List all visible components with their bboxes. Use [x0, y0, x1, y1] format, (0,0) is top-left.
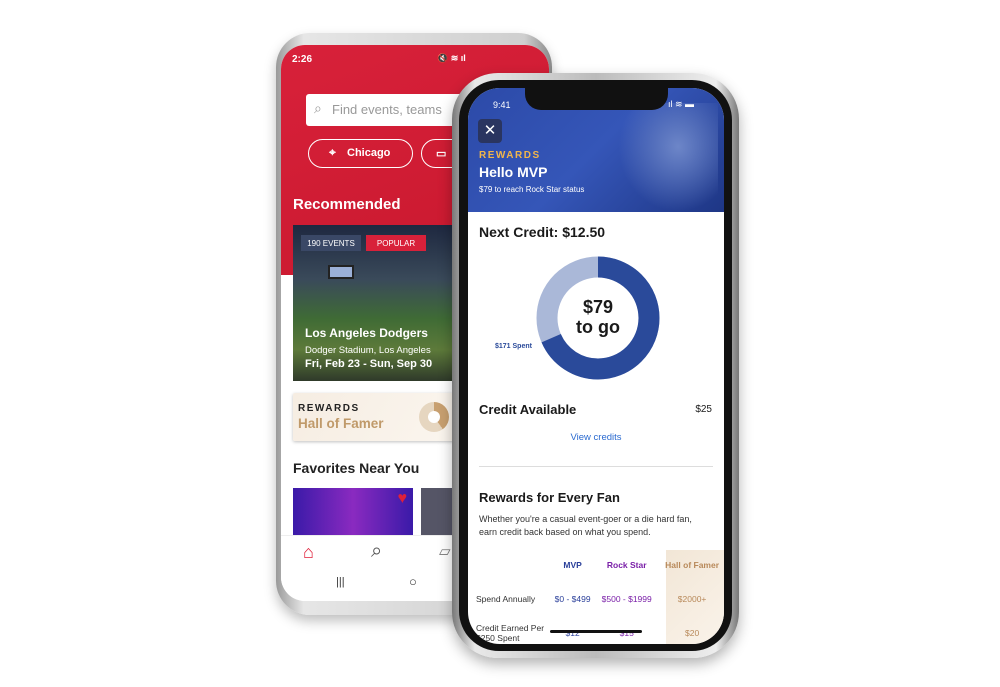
row-label: Credit Earned Per $250 Spent: [476, 623, 545, 643]
rewards-title: Rewards for Every Fan: [479, 490, 620, 505]
spent-label: $171 Spent: [495, 343, 532, 350]
close-icon: ✕: [483, 122, 497, 139]
section-favorites: Favorites Near You: [293, 460, 420, 476]
section-recommended: Recommended: [293, 196, 401, 213]
status-subtitle: $79 to reach Rock Star status: [479, 185, 585, 194]
search-icon: ⌕: [314, 100, 322, 116]
header-mvp: MVP: [563, 560, 582, 570]
heart-icon[interactable]: ♥: [398, 490, 408, 508]
event-dates: Fri, Feb 23 - Sun, Sep 30: [305, 358, 433, 370]
rewards-label: REWARDS: [479, 150, 541, 161]
home-icon[interactable]: ⌂: [303, 542, 314, 563]
table-row: Spend Annually $0 - $499 $500 - $1999 $2…: [476, 582, 724, 616]
status-time: 9:41: [493, 100, 511, 110]
table-header: MVP Rock Star Hall of Famer: [476, 548, 724, 582]
cell: $2000+: [677, 594, 707, 604]
rewards-banner[interactable]: REWARDS Hall of Famer: [293, 393, 463, 441]
event-venue: Dodger Stadium, Los Angeles: [305, 345, 431, 356]
credit-available-value: $25: [695, 404, 712, 415]
athlete-image: [618, 103, 718, 212]
scoreboard-image: [328, 265, 354, 279]
close-button[interactable]: ✕: [478, 119, 502, 143]
search-placeholder: Find events, teams: [332, 102, 442, 117]
recents-button[interactable]: |||: [336, 576, 345, 588]
row-label: Spend Annually: [476, 594, 536, 604]
status-time: 2:26: [292, 54, 313, 65]
home-button[interactable]: ○: [409, 574, 417, 589]
cell: $500 - $1999: [601, 594, 652, 604]
event-card[interactable]: 190 EVENTS POPULAR Los Angeles Dodgers D…: [293, 225, 463, 381]
header-hall-of-famer: Hall of Famer: [665, 560, 720, 570]
status-icons: ıl ≋ ▬: [668, 99, 695, 109]
location-pill[interactable]: ⌖ Chicago: [308, 139, 413, 168]
rewards-tier: Hall of Famer: [298, 416, 384, 431]
ticket-icon[interactable]: ▱: [439, 542, 451, 560]
next-credit: Next Credit: $12.50: [479, 224, 606, 240]
tier-donut-icon: [419, 402, 449, 432]
greeting: Hello MVP: [479, 164, 548, 180]
notch: [525, 88, 668, 110]
credit-available-label: Credit Available: [479, 402, 577, 417]
rewards-label: REWARDS: [298, 403, 360, 414]
rewards-description: Whether you're a casual event-goer or a …: [479, 514, 692, 537]
location-label: Chicago: [347, 147, 391, 159]
header-rock-star: Rock Star: [606, 560, 647, 570]
events-badge: 190 EVENTS: [301, 235, 361, 251]
home-indicator[interactable]: [550, 630, 642, 633]
cell: $20: [685, 628, 700, 638]
iphone-screen: 9:41 ıl ≋ ▬ ✕ REWARDS Hello MVP $79 to r…: [468, 88, 724, 644]
favorite-card[interactable]: ♥: [293, 488, 413, 538]
donut-amount: $79: [582, 297, 614, 317]
cell: $0 - $499: [554, 594, 591, 604]
divider: [479, 466, 713, 467]
donut-caption: to go: [576, 317, 620, 337]
popular-badge: POPULAR: [366, 235, 426, 251]
calendar-icon: ▭: [436, 148, 447, 160]
event-title: Los Angeles Dodgers: [305, 326, 428, 340]
location-pin-icon: ⌖: [329, 145, 336, 159]
search-icon[interactable]: ⌕: [371, 540, 382, 563]
view-credits-link[interactable]: View credits: [468, 432, 724, 443]
status-icons: 🔇 ≋ ıl: [437, 53, 466, 63]
